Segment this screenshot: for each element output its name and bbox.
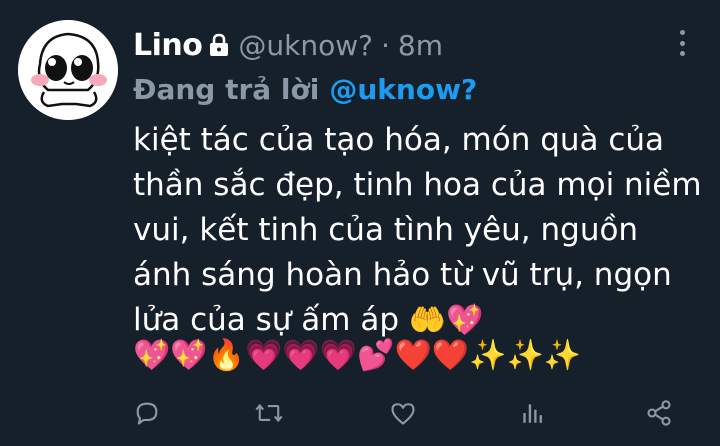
share-icon bbox=[647, 400, 671, 426]
tweet-emoji-line: 💖💖🔥💗💗💗💕❤️❤️✨✨✨ bbox=[133, 338, 582, 373]
reply-button[interactable] bbox=[130, 396, 164, 430]
tweet-text: kiệt tác của tạo hóa, món quà của thần s… bbox=[133, 118, 703, 343]
reply-to-handle[interactable]: @uknow? bbox=[329, 73, 477, 106]
analytics-icon bbox=[523, 404, 542, 423]
tweet-trailing-emoji: 🤲💖 bbox=[408, 303, 484, 338]
author-name[interactable]: Lino bbox=[133, 28, 203, 63]
lock-icon bbox=[208, 33, 230, 57]
timestamp[interactable]: 8m bbox=[398, 29, 443, 62]
reply-icon bbox=[136, 402, 158, 425]
heart-icon bbox=[391, 403, 415, 425]
retweet-button[interactable] bbox=[252, 396, 286, 430]
reply-label: Đang trả lời bbox=[133, 72, 320, 106]
like-button[interactable] bbox=[386, 396, 420, 430]
retweet-icon bbox=[255, 403, 283, 423]
avatar[interactable] bbox=[18, 20, 118, 120]
share-button[interactable] bbox=[642, 396, 676, 430]
tweet-header: Lino @uknow? · 8m bbox=[133, 25, 443, 65]
tweet-actions bbox=[130, 396, 675, 430]
reply-context: Đang trả lời @uknow? bbox=[133, 70, 477, 108]
more-vertical-icon[interactable] bbox=[672, 30, 692, 56]
separator-dot: · bbox=[380, 28, 390, 62]
author-handle[interactable]: @uknow? bbox=[238, 29, 373, 62]
avatar-image bbox=[18, 20, 118, 120]
analytics-button[interactable] bbox=[515, 396, 549, 430]
